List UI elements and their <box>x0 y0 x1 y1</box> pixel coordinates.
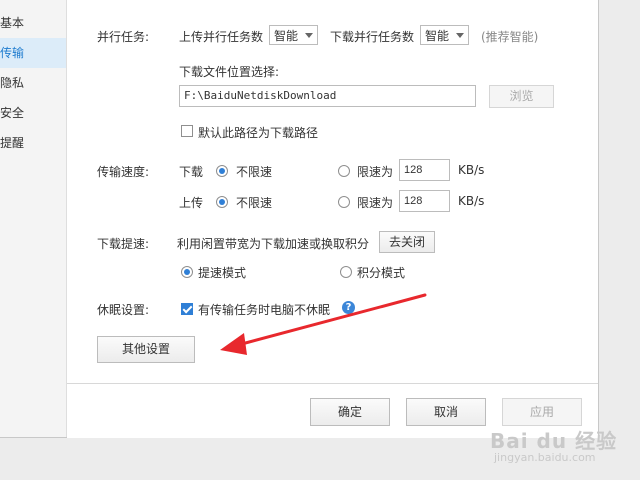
annotation-arrow-icon <box>220 293 427 355</box>
watermark-brand: Bai du 经验 <box>490 429 618 453</box>
watermark-url: jingyan.baidu.com <box>494 451 596 464</box>
